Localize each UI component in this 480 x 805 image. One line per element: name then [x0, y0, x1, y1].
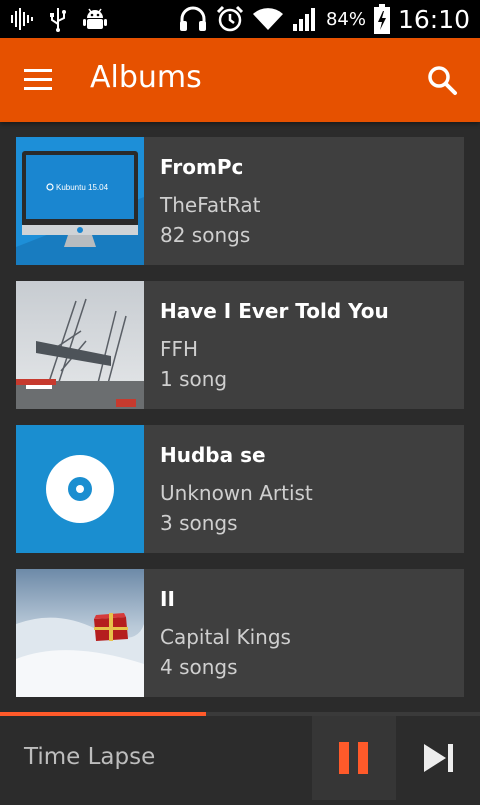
- album-card-have-i-ever-told-you[interactable]: Have I Ever Told You FFH 1 song: [16, 281, 464, 409]
- alarm-icon: [216, 5, 243, 32]
- status-bar: 84% 16:10: [0, 0, 480, 38]
- album-art-construction: [16, 281, 144, 409]
- skip-next-button[interactable]: [396, 716, 480, 800]
- signal-icon: [292, 8, 315, 31]
- album-title: FromPc: [160, 155, 244, 179]
- audio-wave-icon: [11, 8, 33, 30]
- pause-icon: [339, 742, 368, 774]
- usb-icon: [50, 8, 66, 32]
- playback-progress-fill: [0, 712, 207, 716]
- notification-icons: [10, 6, 108, 32]
- album-title: Have I Ever Told You: [160, 299, 389, 323]
- album-list[interactable]: Kubuntu 15.04 FromPc TheFatRat 82 songs: [0, 122, 480, 712]
- app-bar: Albums: [0, 38, 480, 122]
- album-info: II Capital Kings 4 songs: [160, 587, 454, 679]
- search-icon: [428, 66, 457, 95]
- android-debug-icon: [83, 8, 107, 29]
- headphones-icon: [179, 6, 206, 31]
- album-art-snow-gift: [16, 569, 144, 697]
- system-icons: 84% 16:10: [178, 4, 470, 34]
- pause-button[interactable]: [312, 716, 396, 800]
- album-artist: Capital Kings: [160, 625, 291, 649]
- album-song-count: 1 song: [160, 367, 228, 391]
- album-info: Hudba se Unknown Artist 3 songs: [160, 443, 454, 535]
- kubuntu-art-text: Kubuntu 15.04: [56, 183, 109, 192]
- album-card-hudba-se[interactable]: Hudba se Unknown Artist 3 songs: [16, 425, 464, 553]
- album-card-ii[interactable]: II Capital Kings 4 songs: [16, 569, 464, 697]
- battery-percent: 84%: [325, 8, 366, 30]
- battery-charging-icon: [373, 4, 390, 34]
- search-button[interactable]: [422, 60, 462, 100]
- album-artist: TheFatRat: [160, 193, 261, 217]
- album-card-frompc[interactable]: Kubuntu 15.04 FromPc TheFatRat 82 songs: [16, 137, 464, 265]
- wifi-icon: [252, 8, 283, 31]
- menu-button[interactable]: [20, 65, 56, 95]
- album-info: Have I Ever Told You FFH 1 song: [160, 299, 454, 391]
- skip-next-icon: [424, 744, 453, 772]
- menu-icon: [24, 69, 52, 90]
- album-artist: FFH: [160, 337, 199, 361]
- album-song-count: 3 songs: [160, 511, 238, 535]
- album-info: FromPc TheFatRat 82 songs: [160, 155, 454, 247]
- album-artist: Unknown Artist: [160, 481, 313, 505]
- album-song-count: 82 songs: [160, 223, 251, 247]
- album-title: Hudba se: [160, 443, 266, 467]
- page-title: Albums: [90, 60, 202, 95]
- now-playing-bar[interactable]: Time Lapse: [0, 712, 480, 800]
- album-art-default-disc: [16, 425, 144, 553]
- album-art-kubuntu: Kubuntu 15.04: [16, 137, 144, 265]
- album-song-count: 4 songs: [160, 655, 238, 679]
- now-playing-title[interactable]: Time Lapse: [24, 744, 155, 770]
- status-clock: 16:10: [397, 4, 470, 34]
- album-title: II: [160, 587, 175, 611]
